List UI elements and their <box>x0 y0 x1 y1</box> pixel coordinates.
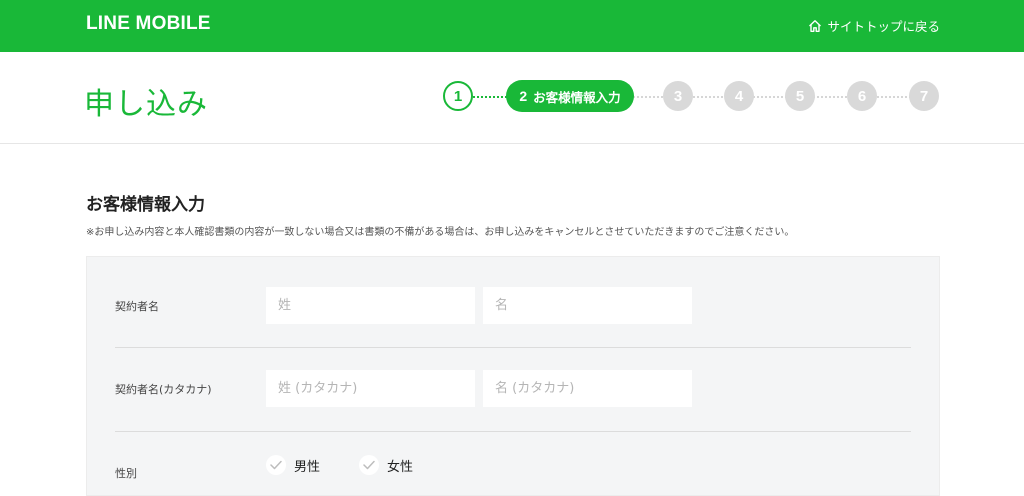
gender-male-label: 男性 <box>294 459 321 475</box>
last-name-input[interactable] <box>266 287 475 324</box>
contract-name-label: 契約者名 <box>115 300 159 313</box>
home-icon <box>808 19 822 33</box>
step-2-number: 2 <box>519 88 528 104</box>
step-3: 3 <box>663 81 693 111</box>
customer-form: 契約者名 契約者名(カタカナ) 性別 男性 女性 <box>86 256 940 496</box>
page-header: 申し込み 1 2 お客様情報入力 3 4 5 6 7 <box>0 52 1024 144</box>
top-bar: LINE MOBILE サイトトップに戻る <box>0 0 1024 52</box>
back-link-label: サイトトップに戻る <box>827 19 940 34</box>
step-4: 4 <box>724 81 754 111</box>
caution-note: ※お申し込み内容と本人確認書類の内容が一致しない場合又は書類の不備がある場合は、… <box>86 227 795 238</box>
check-icon <box>359 455 379 475</box>
contract-name-kana-label: 契約者名(カタカナ) <box>115 383 212 396</box>
step-indicator: 1 2 お客様情報入力 3 4 5 6 7 <box>443 79 943 113</box>
step-6: 6 <box>847 81 877 111</box>
step-connector <box>473 96 507 98</box>
page-title: 申し込み <box>84 87 208 122</box>
logo[interactable]: LINE MOBILE <box>86 13 211 35</box>
last-name-kana-input[interactable] <box>266 370 475 407</box>
gender-female-option[interactable]: 女性 <box>359 455 413 475</box>
row-divider <box>115 347 911 348</box>
gender-label: 性別 <box>115 467 137 480</box>
step-2-current: 2 お客様情報入力 <box>506 80 634 112</box>
step-2-label: お客様情報入力 <box>533 89 621 105</box>
step-7: 7 <box>909 81 939 111</box>
first-name-input[interactable] <box>483 287 692 324</box>
step-5: 5 <box>785 81 815 111</box>
check-icon <box>266 455 286 475</box>
first-name-kana-input[interactable] <box>483 370 692 407</box>
back-to-top-link[interactable]: サイトトップに戻る <box>808 16 940 35</box>
step-1-done: 1 <box>443 81 473 111</box>
gender-female-label: 女性 <box>387 459 414 475</box>
section-title: お客様情報入力 <box>86 195 205 215</box>
row-divider <box>115 431 911 432</box>
gender-male-option[interactable]: 男性 <box>266 455 320 475</box>
